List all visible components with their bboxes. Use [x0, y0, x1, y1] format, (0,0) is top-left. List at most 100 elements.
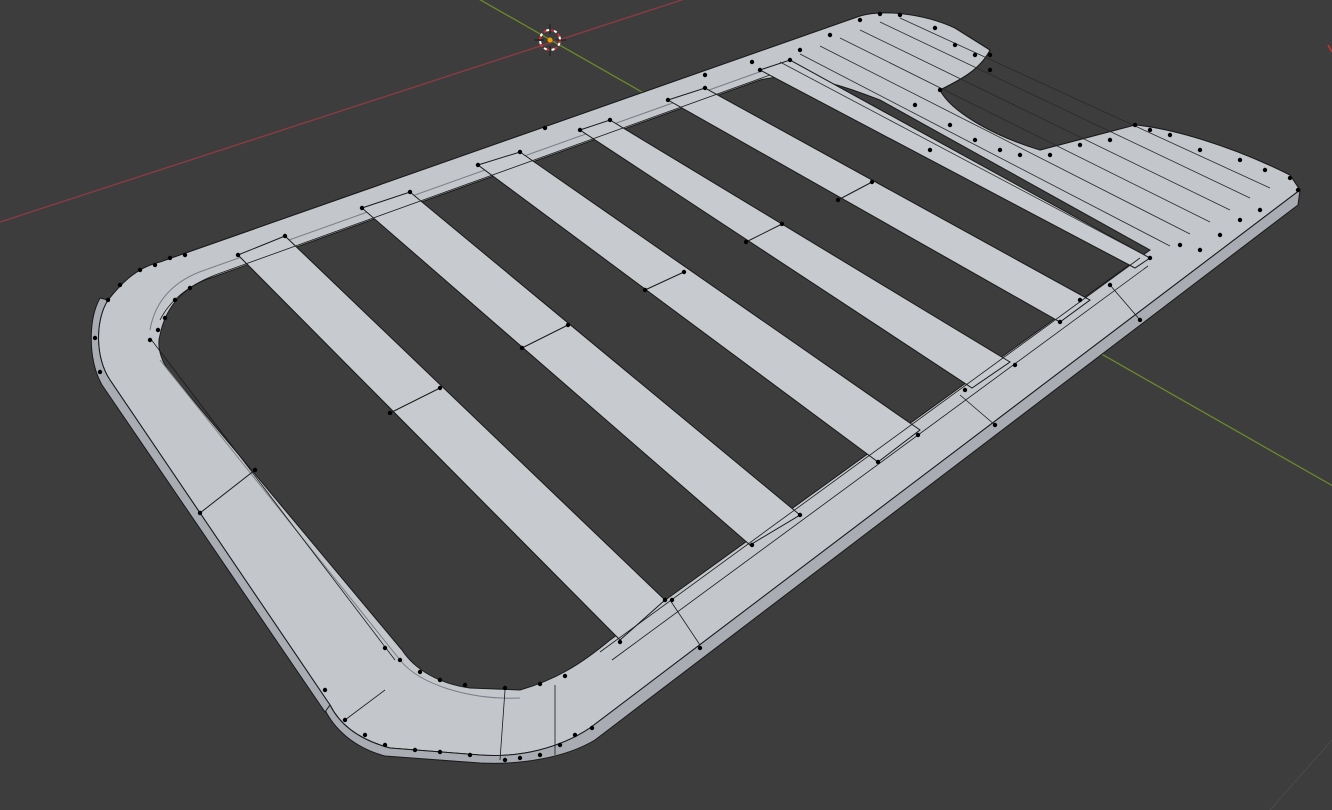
mesh-vertex[interactable]: [519, 345, 525, 351]
mesh-vertex[interactable]: [437, 749, 443, 755]
mesh-vertex[interactable]: [1077, 142, 1083, 148]
mesh-vertex[interactable]: [322, 687, 328, 693]
mesh-vertex[interactable]: [897, 12, 903, 18]
mesh-vertex[interactable]: [915, 432, 921, 438]
mesh-vertex[interactable]: [642, 287, 648, 293]
mesh-vertex[interactable]: [797, 47, 803, 53]
mesh-vertex[interactable]: [947, 122, 953, 128]
mesh-vertex[interactable]: [137, 267, 143, 273]
mesh-vertex[interactable]: [1147, 127, 1153, 133]
mesh-vertex[interactable]: [362, 732, 368, 738]
mesh-vertex[interactable]: [462, 682, 468, 688]
mesh-vertex[interactable]: [987, 67, 993, 73]
mesh-vertex[interactable]: [702, 85, 708, 91]
mesh-vertex[interactable]: [835, 197, 841, 203]
mesh-vertex[interactable]: [537, 752, 543, 758]
mesh-vertex[interactable]: [187, 285, 193, 291]
mesh-vertex[interactable]: [557, 742, 563, 748]
mesh-vertex[interactable]: [152, 262, 158, 268]
mesh-vertex[interactable]: [827, 32, 833, 38]
mesh-vertex[interactable]: [1132, 122, 1138, 128]
mesh-vertex[interactable]: [502, 757, 508, 763]
mesh-vertex[interactable]: [167, 255, 173, 261]
mesh-vertex[interactable]: [382, 645, 388, 651]
floor-mat-mesh[interactable]: [90, 12, 1301, 764]
mesh-vertex[interactable]: [1217, 232, 1223, 238]
mesh-vertex[interactable]: [1287, 175, 1293, 181]
mesh-vertex[interactable]: [877, 11, 883, 17]
mesh-vertex[interactable]: [162, 315, 168, 321]
mesh-vertex[interactable]: [572, 732, 578, 738]
mesh-vertex[interactable]: [197, 510, 203, 516]
mesh-vertex[interactable]: [962, 387, 968, 393]
mesh-vertex[interactable]: [1107, 282, 1113, 288]
mesh-vertex[interactable]: [387, 410, 393, 416]
mesh-vertex[interactable]: [407, 189, 413, 195]
3d-viewport[interactable]: [0, 0, 1332, 810]
mesh-vertex[interactable]: [681, 269, 687, 275]
mesh-vertex[interactable]: [937, 87, 943, 93]
mesh-vertex[interactable]: [382, 742, 388, 748]
mesh-vertex[interactable]: [857, 17, 863, 23]
mesh-vertex[interactable]: [1107, 137, 1113, 143]
mesh-vertex[interactable]: [1017, 152, 1023, 158]
mesh-vertex[interactable]: [97, 369, 103, 375]
mesh-vertex[interactable]: [437, 385, 443, 391]
mesh-vertex[interactable]: [437, 677, 443, 683]
mesh-vertex[interactable]: [927, 147, 933, 153]
mesh-vertex[interactable]: [1057, 319, 1063, 325]
mesh-vertex[interactable]: [749, 542, 755, 548]
mesh-vertex[interactable]: [1137, 317, 1143, 323]
mesh-vertex[interactable]: [475, 162, 481, 168]
mesh-vertex[interactable]: [1257, 207, 1263, 213]
mesh-vertex[interactable]: [282, 233, 288, 239]
mesh-vertex[interactable]: [932, 25, 938, 31]
mesh-vertex[interactable]: [589, 725, 595, 731]
mesh-vertex[interactable]: [467, 752, 473, 758]
mesh-vertex[interactable]: [502, 685, 508, 691]
mesh-vertex[interactable]: [992, 422, 998, 428]
mesh-vertex[interactable]: [117, 282, 123, 288]
mesh-vertex[interactable]: [952, 42, 958, 48]
mesh-vertex[interactable]: [702, 72, 708, 78]
mesh-vertex[interactable]: [665, 97, 671, 103]
mesh-vertex[interactable]: [412, 747, 418, 753]
mesh-vertex[interactable]: [743, 239, 749, 245]
mesh-vertex[interactable]: [577, 127, 583, 133]
mesh-vertex[interactable]: [972, 52, 978, 58]
mesh-vertex[interactable]: [607, 117, 613, 123]
viewport-canvas[interactable]: [0, 0, 1332, 810]
mesh-vertex[interactable]: [787, 57, 793, 63]
mesh-vertex[interactable]: [875, 459, 881, 465]
mesh-vertex[interactable]: [235, 252, 241, 258]
mesh-vertex[interactable]: [749, 59, 755, 65]
mesh-vertex[interactable]: [912, 102, 918, 108]
mesh-vertex[interactable]: [1295, 187, 1301, 193]
mesh-vertex[interactable]: [1012, 362, 1018, 368]
mesh-vertex[interactable]: [662, 597, 668, 603]
mesh-vertex[interactable]: [562, 673, 568, 679]
mesh-vertex[interactable]: [869, 179, 875, 185]
mesh-vertex[interactable]: [565, 322, 571, 328]
mesh-vertex[interactable]: [359, 205, 365, 211]
mesh-vertex[interactable]: [182, 252, 188, 258]
mesh-vertex[interactable]: [757, 67, 763, 73]
mesh-vertex[interactable]: [1262, 167, 1268, 173]
mesh-vertex[interactable]: [669, 597, 675, 603]
mesh-vertex[interactable]: [517, 149, 523, 155]
mesh-vertex[interactable]: [1147, 255, 1153, 261]
mesh-vertex[interactable]: [1077, 297, 1083, 303]
mesh-vertex[interactable]: [1177, 242, 1183, 248]
mesh-vertex[interactable]: [92, 335, 98, 341]
mesh-vertex[interactable]: [147, 337, 153, 343]
mesh-vertex[interactable]: [1237, 217, 1243, 223]
mesh-vertex[interactable]: [797, 512, 803, 518]
mesh-vertex[interactable]: [1237, 157, 1243, 163]
mesh-vertex[interactable]: [1197, 247, 1203, 253]
mesh-vertex[interactable]: [517, 755, 523, 761]
mesh-vertex[interactable]: [987, 52, 993, 58]
mesh-vertex[interactable]: [417, 669, 423, 675]
mesh-vertex[interactable]: [779, 221, 785, 227]
mesh-vertex[interactable]: [105, 297, 111, 303]
mesh-vertex[interactable]: [542, 125, 548, 131]
